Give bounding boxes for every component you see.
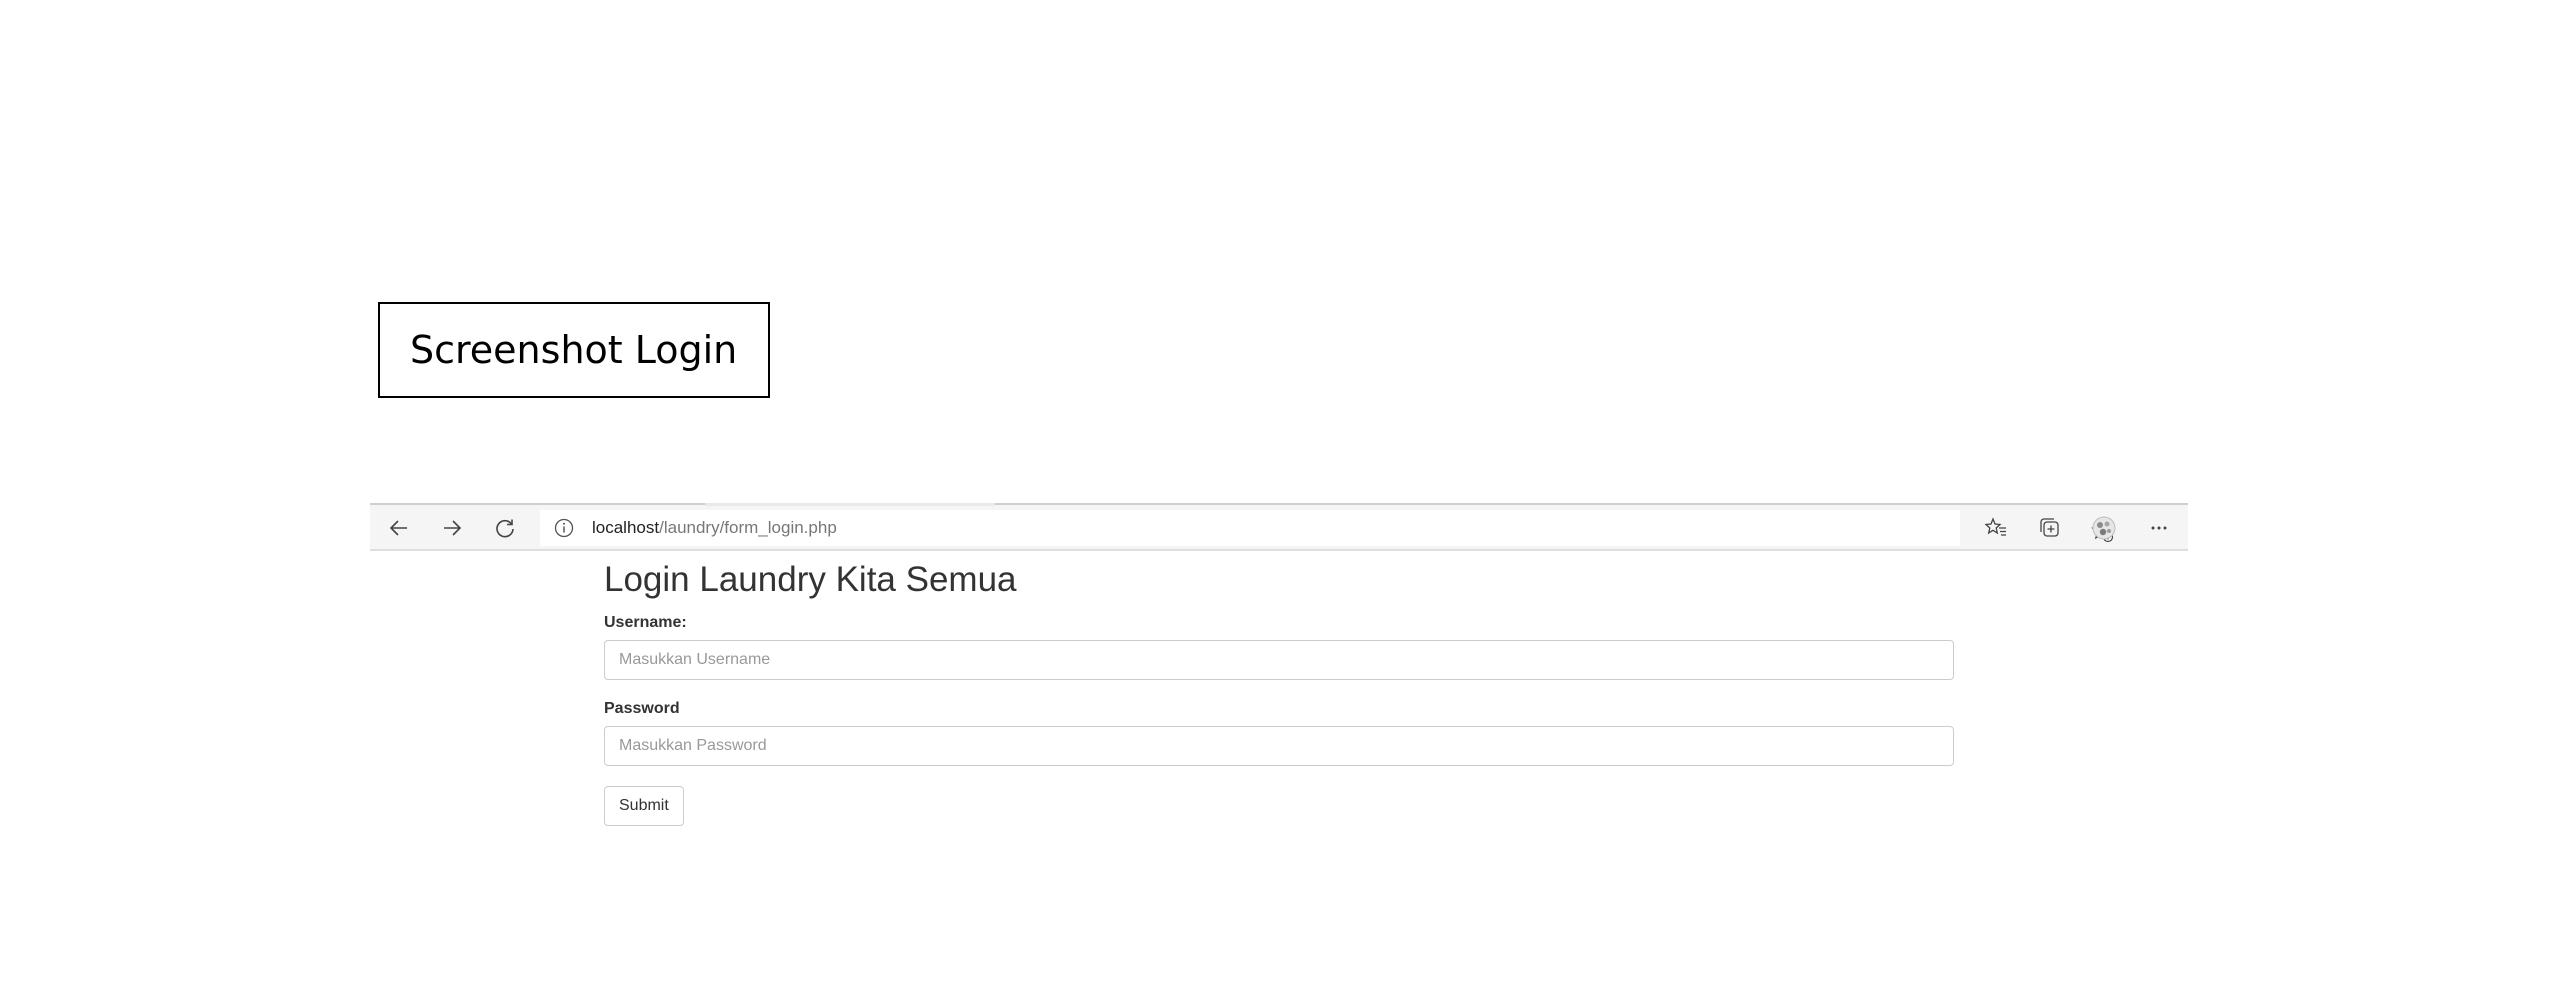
forward-arrow-icon [444, 520, 462, 536]
info-icon[interactable] [554, 518, 574, 538]
page-title: Login Laundry Kita Semua [604, 560, 1017, 599]
more-button[interactable] [2145, 514, 2173, 542]
back-button[interactable] [384, 513, 414, 543]
browser-window: localhost/laundry/form_login.php Login L… [370, 503, 2188, 843]
profile-icon [2092, 516, 2116, 540]
url-path: /laundry/form_login.php [659, 518, 837, 537]
forward-button[interactable] [437, 513, 467, 543]
username-label: Username: [604, 613, 687, 631]
favorites-icon [1984, 517, 2006, 536]
browser-toolbar: localhost/laundry/form_login.php [370, 503, 2188, 551]
refresh-button[interactable] [490, 513, 520, 543]
url-host: localhost [592, 518, 660, 537]
favorites-button[interactable] [1982, 514, 2010, 542]
username-input[interactable] [604, 639, 1954, 680]
caption-text: Screenshot Login [410, 328, 738, 372]
refresh-icon [496, 519, 514, 538]
submit-button[interactable]: Submit [604, 785, 684, 826]
login-page: Login Laundry Kita Semua Username: Passw… [604, 560, 1954, 826]
collections-button[interactable] [2036, 514, 2064, 542]
more-icon [2151, 526, 2167, 530]
collections-icon [2040, 518, 2059, 537]
url-text[interactable]: localhost/laundry/form_login.php [592, 510, 837, 546]
back-arrow-icon [389, 520, 407, 536]
tab-indicator [705, 503, 995, 506]
password-label: Password [604, 699, 680, 717]
caption-box: Screenshot Login [378, 302, 770, 398]
profile-button[interactable] [2090, 514, 2118, 542]
password-input[interactable] [604, 725, 1954, 766]
address-bar[interactable]: localhost/laundry/form_login.php [540, 510, 2114, 546]
